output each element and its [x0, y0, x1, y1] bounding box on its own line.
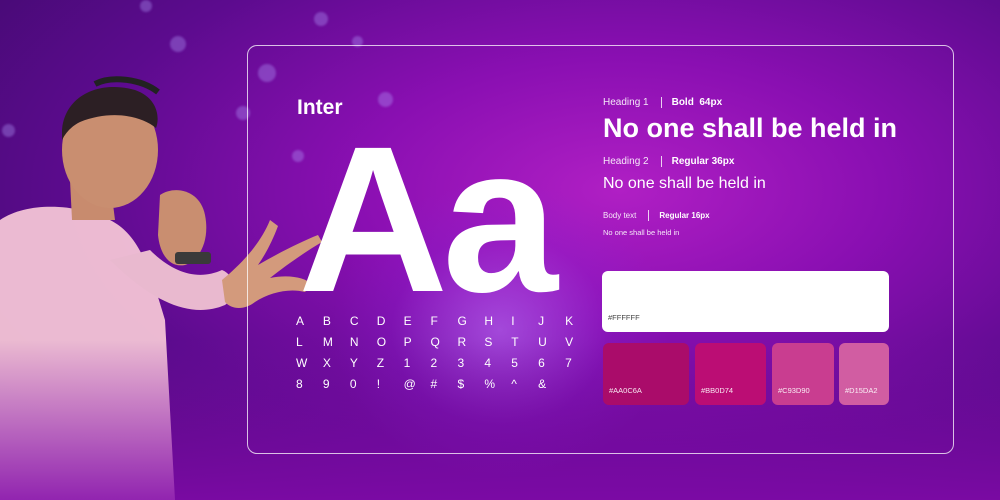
glyph: P — [403, 335, 412, 349]
bokeh-light — [140, 0, 152, 12]
glyph: % — [484, 377, 496, 391]
body-sample: No one shall be held in — [603, 228, 680, 237]
glyph: 5 — [511, 356, 518, 370]
glyph: N — [349, 335, 359, 349]
color-swatch: #D15DA2 — [839, 343, 889, 405]
glyph-set: A B C D E F G H I J K L M N O P Q R S T U V W X Y Z 1 2 3 4 5 6 7 8 9 0! @ # $… — [296, 314, 592, 391]
body-label: Body text — [603, 211, 637, 220]
glyph: 1 — [403, 356, 411, 370]
glyph: @ — [403, 377, 416, 391]
color-swatch-white: #FFFFFF — [602, 271, 889, 332]
heading2-style: Regular 36px — [671, 156, 735, 167]
heading2-spec: Heading 2 Regular 36px — [603, 156, 734, 167]
heading1-spec: Heading 1 Bold 64px — [603, 97, 722, 108]
glyph: H — [484, 314, 494, 328]
glyph: 0 — [349, 377, 357, 391]
glyph: Q — [430, 335, 440, 349]
glyph: W — [296, 356, 308, 370]
glyph: A — [296, 314, 305, 328]
heading1-label: Heading 1 — [603, 97, 649, 108]
body-spec: Body text Regular 16px — [603, 210, 710, 221]
glyph: Z — [376, 356, 385, 370]
divider — [648, 210, 650, 221]
color-swatch: #C93D90 — [772, 343, 834, 405]
swatch-code: #FFFFFF — [608, 313, 640, 322]
glyph: 4 — [484, 356, 492, 370]
glyph: $ — [457, 377, 465, 391]
glyph: O — [376, 335, 387, 349]
glyph: ! — [376, 377, 381, 391]
glyph: M — [322, 335, 333, 349]
glyph: G — [457, 314, 467, 328]
swatch-code: #AA0C6A — [609, 386, 642, 395]
glyph: V — [565, 335, 574, 349]
glyph: B — [322, 314, 331, 328]
glyph: D — [376, 314, 386, 328]
glyph: 9 — [322, 377, 330, 391]
body-style: Regular 16px — [659, 211, 710, 220]
heading1-sample: No one shall be held in — [603, 113, 898, 143]
divider — [660, 97, 662, 108]
swatch-code: #BB0D74 — [701, 386, 734, 395]
glyph: U — [538, 335, 547, 349]
heading2-label: Heading 2 — [603, 156, 649, 167]
glyph: Y — [349, 356, 358, 370]
glyph: 8 — [296, 377, 303, 391]
swatch-code: #D15DA2 — [845, 386, 878, 395]
glyph: ^ — [511, 377, 517, 391]
glyph: L — [296, 335, 303, 349]
glyph: 3 — [457, 356, 465, 370]
glyph: F — [430, 314, 438, 328]
bokeh-light — [170, 36, 186, 52]
typeface-specimen: Aa — [298, 104, 558, 336]
heading2-sample: No one shall be held in — [603, 175, 766, 192]
bokeh-light — [314, 12, 328, 26]
color-swatch: #BB0D74 — [695, 343, 766, 405]
divider — [660, 156, 662, 167]
glyph: J — [538, 314, 545, 328]
glyph: C — [349, 314, 359, 328]
swatch-code: #C93D90 — [778, 386, 810, 395]
heading1-style: Bold 64px — [671, 97, 723, 108]
glyph: # — [430, 377, 438, 391]
glyph: T — [511, 335, 519, 349]
glyph: E — [403, 314, 412, 328]
glyph: I — [511, 314, 515, 328]
glyph: & — [538, 377, 547, 391]
glyph: 2 — [430, 356, 438, 370]
glyph: R — [457, 335, 467, 349]
glyph: S — [484, 335, 493, 349]
color-swatch: #AA0C6A — [603, 343, 689, 405]
glyph: 7 — [565, 356, 572, 370]
glyph: X — [322, 356, 331, 370]
glyph: 6 — [538, 356, 545, 370]
glyph: K — [565, 314, 574, 328]
